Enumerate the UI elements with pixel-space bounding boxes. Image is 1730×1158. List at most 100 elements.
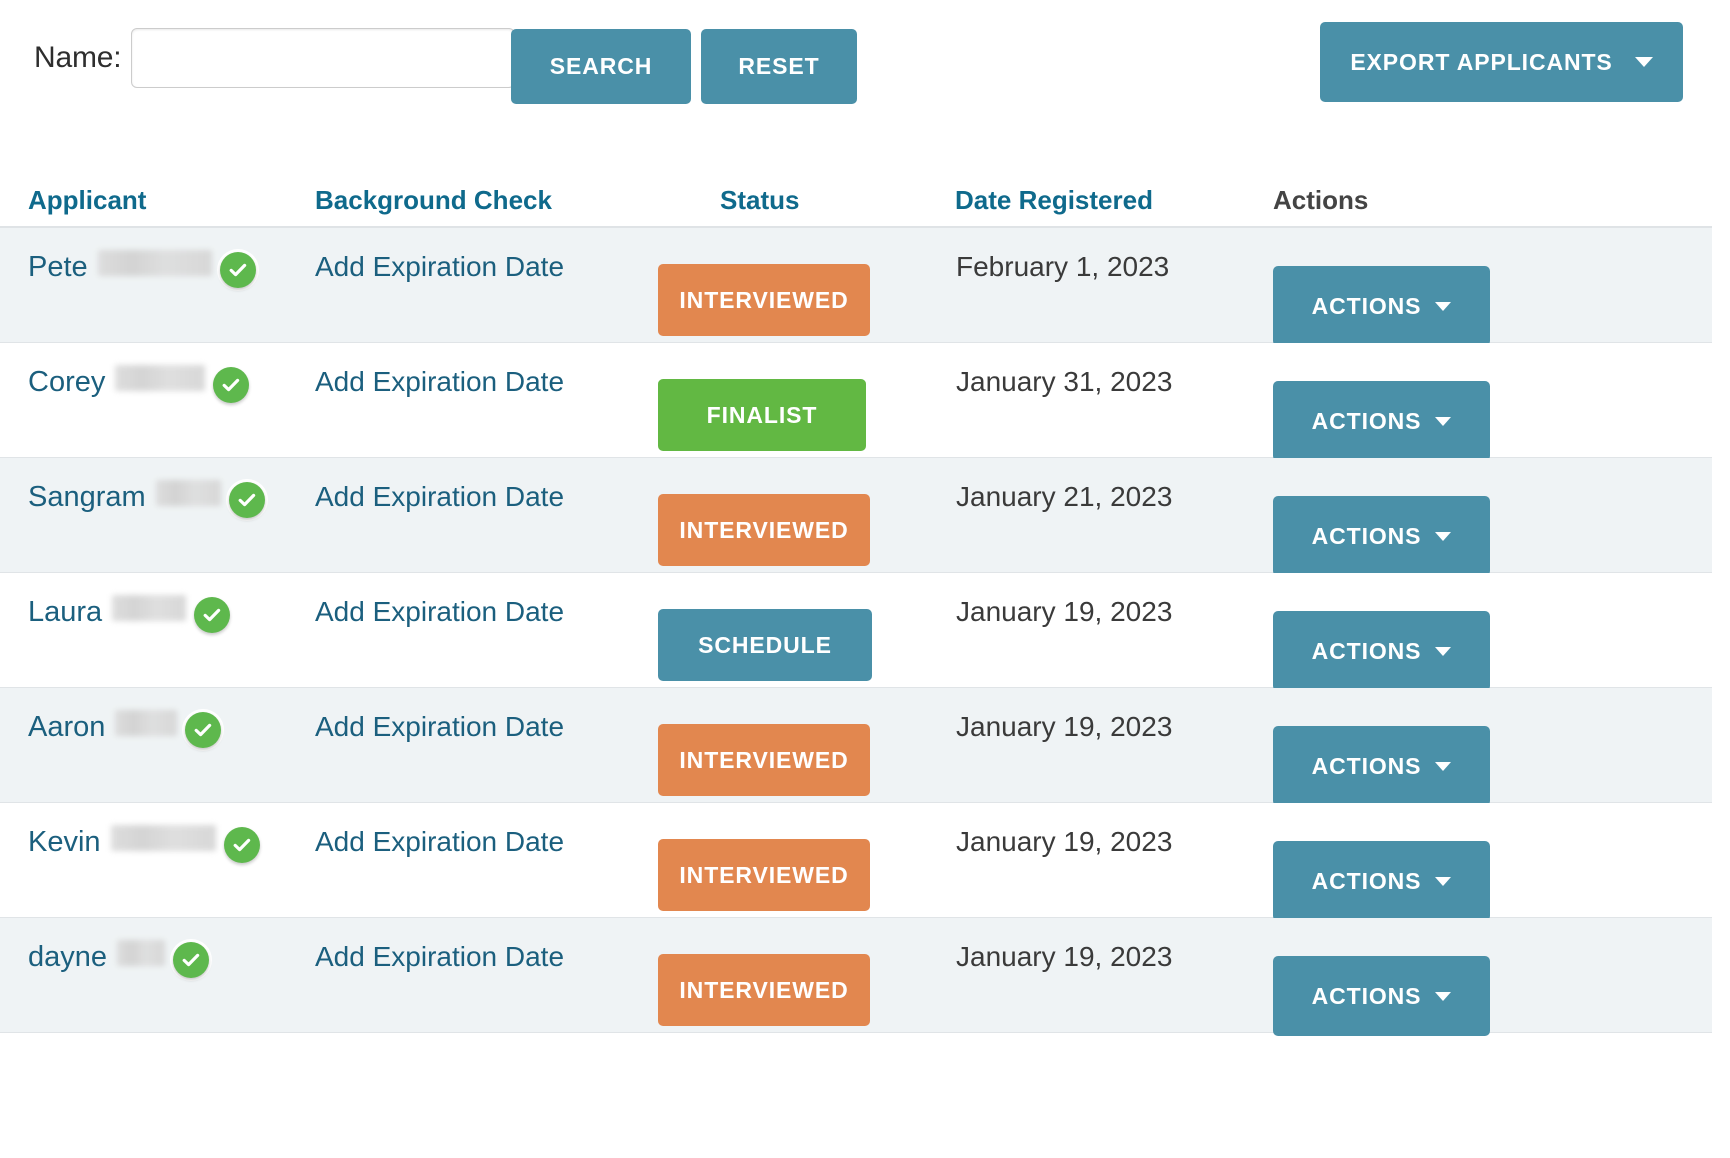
background-check-cell: Add Expiration Date [315, 228, 650, 342]
chevron-down-icon [1435, 876, 1452, 886]
redacted-lastname [112, 595, 187, 621]
background-check-cell: Add Expiration Date [315, 688, 650, 802]
status-cell: SCHEDULE [650, 573, 950, 687]
status-cell: INTERVIEWED [650, 688, 950, 802]
chevron-down-icon [1435, 991, 1452, 1001]
status-badge[interactable]: INTERVIEWED [658, 839, 870, 911]
date-registered-value: January 19, 2023 [956, 941, 1173, 972]
table-row: Sangram Add Expiration Date INTERVIEWED Jan… [0, 458, 1712, 576]
column-header-applicant[interactable]: Applicant [0, 185, 315, 216]
status-cell: INTERVIEWED [650, 803, 950, 917]
status-cell: FINALIST [650, 343, 950, 457]
actions-button[interactable]: ACTIONS [1273, 266, 1490, 346]
actions-button[interactable]: ACTIONS [1273, 611, 1490, 691]
date-registered-cell: January 21, 2023 [950, 458, 1245, 572]
date-registered-value: February 1, 2023 [956, 251, 1170, 282]
redacted-lastname [115, 710, 178, 736]
applicant-cell: Laura [0, 573, 315, 687]
green-check-icon [228, 482, 265, 518]
export-applicants-label: EXPORT APPLICANTS [1350, 48, 1613, 75]
status-cell: INTERVIEWED [650, 228, 950, 342]
add-expiration-date-link[interactable]: Add Expiration Date [315, 365, 564, 399]
status-badge[interactable]: INTERVIEWED [658, 724, 870, 796]
applicant-cell: Kevin [0, 803, 315, 917]
redacted-lastname [117, 940, 166, 966]
export-applicants-button[interactable]: EXPORT APPLICANTS [1320, 22, 1683, 102]
background-check-cell: Add Expiration Date [315, 918, 650, 1032]
green-check-icon [219, 252, 256, 288]
applicant-cell: dayne [0, 918, 315, 1032]
actions-button-label: ACTIONS [1311, 407, 1422, 434]
chevron-down-icon [1435, 646, 1452, 656]
applicant-name-link[interactable]: Aaron [28, 710, 105, 744]
chevron-down-icon [1634, 57, 1653, 67]
applicant-cell: Sangram [0, 458, 315, 572]
redacted-lastname [110, 825, 216, 851]
name-label: Name: [34, 41, 122, 74]
applicant-name-link[interactable]: Sangram [28, 480, 146, 514]
add-expiration-date-link[interactable]: Add Expiration Date [315, 940, 564, 974]
actions-button[interactable]: ACTIONS [1273, 841, 1490, 921]
status-cell: INTERVIEWED [650, 458, 950, 572]
add-expiration-date-link[interactable]: Add Expiration Date [315, 250, 564, 284]
actions-button-label: ACTIONS [1311, 292, 1422, 319]
applicant-name-link[interactable]: Kevin [28, 825, 101, 859]
add-expiration-date-link[interactable]: Add Expiration Date [315, 710, 564, 744]
actions-button-label: ACTIONS [1311, 637, 1422, 664]
date-registered-cell: January 31, 2023 [950, 343, 1245, 457]
background-check-cell: Add Expiration Date [315, 573, 650, 687]
search-button[interactable]: SEARCH [511, 29, 691, 104]
actions-cell: ACTIONS [1245, 803, 1685, 921]
date-registered-cell: January 19, 2023 [950, 918, 1245, 1032]
table-row: Pete Add Expiration Date INTERVIEWED Februa… [0, 228, 1712, 346]
applicant-cell: Pete [0, 228, 315, 342]
column-header-status[interactable]: Status [650, 185, 950, 216]
actions-button[interactable]: ACTIONS [1273, 496, 1490, 576]
column-header-actions: Actions [1273, 185, 1369, 215]
status-badge[interactable]: SCHEDULE [658, 609, 872, 681]
redacted-lastname [155, 480, 221, 506]
add-expiration-date-link[interactable]: Add Expiration Date [315, 825, 564, 859]
green-check-icon [213, 367, 250, 403]
add-expiration-date-link[interactable]: Add Expiration Date [315, 480, 564, 514]
table-row: Kevin Add Expiration Date INTERVIEWED Janua… [0, 803, 1712, 921]
reset-button[interactable]: RESET [701, 29, 857, 104]
name-search-group: Name: [34, 28, 516, 88]
status-badge[interactable]: INTERVIEWED [658, 264, 870, 336]
actions-cell: ACTIONS [1245, 573, 1685, 691]
background-check-cell: Add Expiration Date [315, 803, 650, 917]
applicants-table: Applicant Background Check Status Date R… [0, 160, 1712, 1036]
actions-button[interactable]: ACTIONS [1273, 956, 1490, 1036]
table-row: dayne Add Expiration Date INTERVIEWED Janua… [0, 918, 1712, 1036]
column-header-background-check[interactable]: Background Check [315, 185, 650, 216]
applicant-name-link[interactable]: dayne [28, 940, 107, 974]
applicant-name-link[interactable]: Corey [28, 365, 105, 399]
actions-button-label: ACTIONS [1311, 867, 1422, 894]
actions-button[interactable]: ACTIONS [1273, 381, 1490, 461]
column-header-date-registered[interactable]: Date Registered [950, 185, 1245, 216]
background-check-cell: Add Expiration Date [315, 458, 650, 572]
date-registered-cell: February 1, 2023 [950, 228, 1245, 342]
search-input[interactable] [131, 28, 516, 88]
chevron-down-icon [1435, 416, 1452, 426]
status-cell: INTERVIEWED [650, 918, 950, 1032]
add-expiration-date-link[interactable]: Add Expiration Date [315, 595, 564, 629]
green-check-icon [185, 712, 222, 748]
status-badge[interactable]: INTERVIEWED [658, 954, 870, 1026]
redacted-lastname [115, 365, 206, 391]
actions-cell: ACTIONS [1245, 228, 1685, 346]
status-badge[interactable]: INTERVIEWED [658, 494, 870, 566]
applicant-name-link[interactable]: Pete [28, 250, 88, 284]
actions-button[interactable]: ACTIONS [1273, 726, 1490, 806]
table-row: Aaron Add Expiration Date INTERVIEWED Janua… [0, 688, 1712, 806]
date-registered-value: January 21, 2023 [956, 481, 1173, 512]
actions-button-label: ACTIONS [1311, 752, 1422, 779]
status-badge[interactable]: FINALIST [658, 379, 866, 451]
actions-cell: ACTIONS [1245, 458, 1685, 576]
chevron-down-icon [1435, 761, 1452, 771]
date-registered-cell: January 19, 2023 [950, 688, 1245, 802]
applicant-name-link[interactable]: Laura [28, 595, 102, 629]
table-row: Corey Add Expiration Date FINALIST January … [0, 343, 1712, 461]
applicant-cell: Aaron [0, 688, 315, 802]
date-registered-cell: January 19, 2023 [950, 573, 1245, 687]
